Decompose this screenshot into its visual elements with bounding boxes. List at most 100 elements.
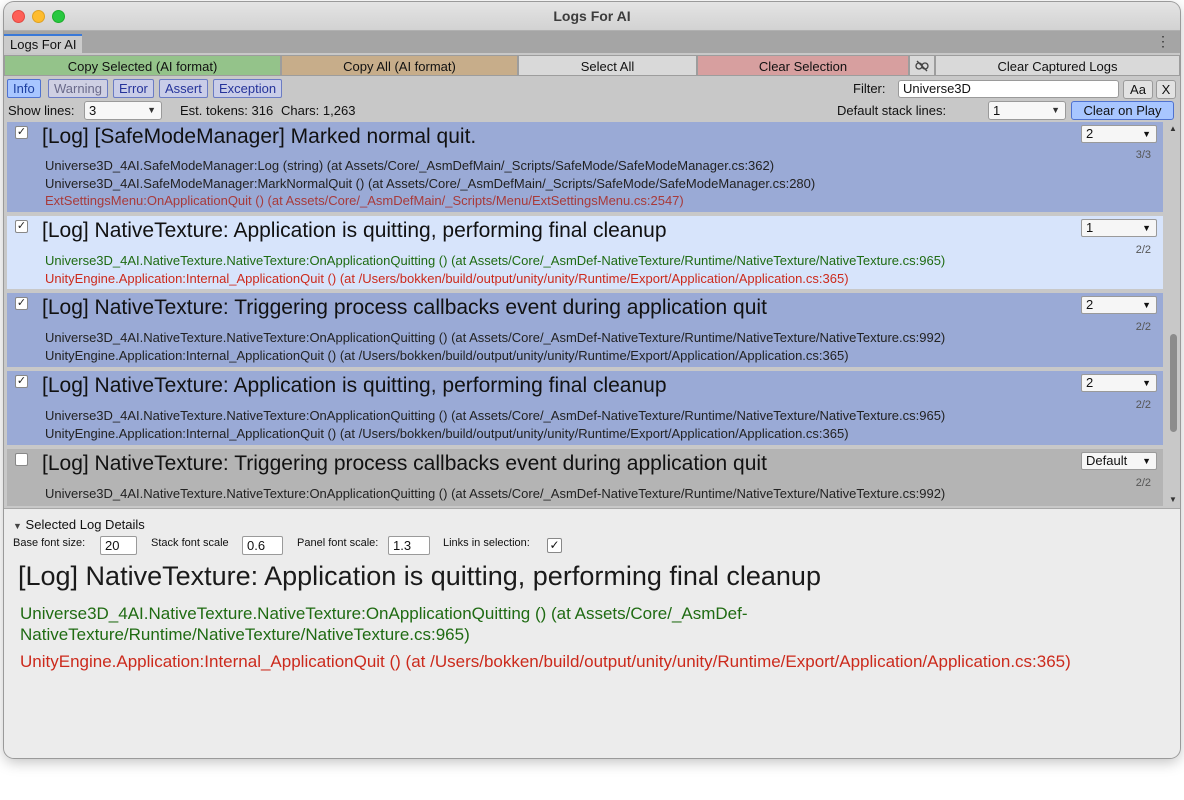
window-title: Logs For AI (553, 8, 631, 24)
log-entry[interactable]: ✓ [Log] NativeTexture: Application is qu… (7, 216, 1163, 289)
log-entry-title: [Log] NativeTexture: Application is quit… (42, 374, 667, 397)
clear-filter-button[interactable]: X (1156, 80, 1176, 99)
links-in-selection-checkbox[interactable]: ✓ (547, 538, 562, 553)
stack-font-scale-label: Stack font scale (151, 537, 229, 549)
details-header: Selected Log Details (25, 517, 145, 532)
stack-line: Universe3D_4AI.SafeModeManager:MarkNorma… (45, 176, 816, 191)
level-filter-row: Info Warning Error Assert Exception Filt… (4, 79, 1180, 99)
log-entry-title: [Log] [SafeModeManager] Marked normal qu… (42, 125, 477, 148)
unlink-button[interactable] (909, 55, 935, 76)
log-entry[interactable]: [Log] NativeTexture: Triggering process … (7, 449, 1163, 506)
base-font-size-input[interactable]: 20 (100, 536, 137, 555)
clear-captured-logs-button[interactable]: Clear Captured Logs (935, 55, 1180, 76)
level-toggle-warning[interactable]: Warning (48, 79, 108, 98)
foldout-triangle-icon: ▼ (13, 521, 22, 531)
log-entry-stack-lines-value: 1 (1086, 220, 1094, 235)
title-bar: Logs For AI (4, 2, 1180, 31)
filter-input[interactable]: Universe3D (898, 80, 1119, 98)
log-entry-title: [Log] NativeTexture: Triggering process … (42, 296, 767, 319)
stack-line: Universe3D_4AI.NativeTexture.NativeTextu… (45, 486, 946, 501)
log-list: ✓ [Log] [SafeModeManager] Marked normal … (4, 122, 1167, 506)
chevron-down-icon: ▼ (1142, 300, 1151, 310)
stack-font-scale-input[interactable]: 0.6 (242, 536, 283, 555)
log-entry-stack-lines-value: 2 (1086, 375, 1094, 390)
select-all-button[interactable]: Select All (518, 55, 697, 76)
log-entry-count: 2/2 (1135, 399, 1151, 411)
log-entry-stack-lines-value: 2 (1086, 297, 1094, 312)
stack-line: UnityEngine.Application:Internal_Applica… (45, 426, 849, 441)
panel-font-scale-label: Panel font scale: (297, 537, 379, 549)
chevron-down-icon: ▼ (147, 105, 156, 115)
chevron-down-icon: ▼ (1142, 223, 1151, 233)
scroll-down-icon[interactable]: ▼ (1169, 495, 1177, 504)
tab-bar: Logs For AI ⋮ (4, 31, 1180, 53)
details-log-title: [Log] NativeTexture: Application is quit… (18, 561, 821, 591)
stack-line: UnityEngine.Application:Internal_Applica… (45, 348, 849, 363)
char-count: Chars: 1,263 (281, 103, 356, 118)
level-toggle-info[interactable]: Info (7, 79, 41, 98)
log-entry[interactable]: ✓ [Log] NativeTexture: Triggering proces… (7, 293, 1163, 367)
level-toggle-error[interactable]: Error (113, 79, 154, 98)
chevron-down-icon: ▼ (1142, 378, 1151, 388)
stack-line: Universe3D_4AI.NativeTexture.NativeTextu… (45, 408, 946, 423)
copy-all-button[interactable]: Copy All (AI format) (281, 55, 518, 76)
stack-line: UnityEngine.Application:Internal_Applica… (45, 271, 849, 286)
default-stack-lines-dropdown[interactable]: 1 ▼ (988, 101, 1066, 120)
stack-line: Universe3D_4AI.NativeTexture.NativeTextu… (45, 330, 946, 345)
log-entry-stack-lines-dropdown[interactable]: 2 ▼ (1081, 125, 1157, 143)
action-toolbar: Copy Selected (AI format) Copy All (AI f… (4, 55, 1180, 76)
stack-line: ExtSettingsMenu:OnApplicationQuit () (at… (45, 193, 684, 208)
chevron-down-icon: ▼ (1142, 456, 1151, 466)
log-list-scrollbar[interactable]: ▲ ▼ (1167, 122, 1180, 506)
log-entry[interactable]: ✓ [Log] [SafeModeManager] Marked normal … (7, 122, 1163, 212)
log-entry-title: [Log] NativeTexture: Application is quit… (42, 219, 667, 242)
chevron-down-icon: ▼ (1142, 129, 1151, 139)
log-entry-stack-lines-dropdown[interactable]: 2 ▼ (1081, 296, 1157, 314)
log-entry-checkbox[interactable]: ✓ (15, 375, 28, 388)
log-entry-count: 2/2 (1135, 244, 1151, 256)
selected-log-details-panel: ▼ Selected Log Details Base font size: 2… (4, 508, 1180, 758)
kebab-menu-icon[interactable]: ⋮ (1156, 33, 1170, 50)
base-font-size-label: Base font size: (13, 537, 86, 549)
log-entry-checkbox[interactable]: ✓ (15, 220, 28, 233)
log-entry-count: 2/2 (1135, 321, 1151, 333)
tab-logs-for-ai[interactable]: Logs For AI (4, 34, 83, 53)
log-entry-stack-lines-dropdown[interactable]: 1 ▼ (1081, 219, 1157, 237)
stack-line: Universe3D_4AI.SafeModeManager:Log (stri… (45, 158, 775, 173)
unlink-icon (915, 60, 929, 72)
scroll-up-icon[interactable]: ▲ (1169, 124, 1177, 133)
log-entry-count: 2/2 (1135, 477, 1151, 489)
log-entry-checkbox[interactable]: ✓ (15, 126, 28, 139)
level-toggle-exception[interactable]: Exception (213, 79, 283, 98)
stack-line: Universe3D_4AI.NativeTexture.NativeTextu… (45, 253, 946, 268)
show-lines-value: 3 (89, 103, 97, 118)
default-stack-lines-value: 1 (993, 103, 1001, 118)
clear-selection-button[interactable]: Clear Selection (697, 55, 909, 76)
filter-label: Filter: (853, 81, 886, 96)
log-entry[interactable]: ✓ [Log] NativeTexture: Application is qu… (7, 371, 1163, 445)
app-window: Logs For AI Logs For AI ⋮ Copy Selected … (4, 2, 1180, 758)
log-entry-count: 3/3 (1135, 149, 1151, 161)
details-stack-line: UnityEngine.Application:Internal_Applica… (20, 652, 1071, 671)
show-lines-dropdown[interactable]: 3 ▼ (84, 101, 162, 120)
scrollbar-thumb[interactable] (1170, 334, 1177, 432)
case-sensitive-button[interactable]: Aa (1123, 80, 1153, 99)
details-stack-line: Universe3D_4AI.NativeTexture.NativeTextu… (20, 604, 748, 644)
details-foldout[interactable]: ▼ Selected Log Details (13, 517, 145, 532)
log-entry-checkbox[interactable]: ✓ (15, 297, 28, 310)
panel-font-scale-input[interactable]: 1.3 (388, 536, 430, 555)
log-entry-checkbox[interactable] (15, 453, 28, 466)
chevron-down-icon: ▼ (1051, 105, 1060, 115)
default-stack-lines-label: Default stack lines: (837, 103, 947, 118)
log-entry-stack-lines-value: Default (1086, 453, 1128, 468)
log-entry-stack-lines-dropdown[interactable]: Default ▼ (1081, 452, 1157, 470)
log-entry-title: [Log] NativeTexture: Triggering process … (42, 452, 767, 475)
token-estimate: Est. tokens: 316 (180, 103, 274, 118)
level-toggle-assert[interactable]: Assert (159, 79, 208, 98)
copy-selected-button[interactable]: Copy Selected (AI format) (4, 55, 281, 76)
log-entry-stack-lines-value: 2 (1086, 126, 1094, 141)
clear-on-play-toggle[interactable]: Clear on Play (1071, 101, 1174, 120)
show-lines-label: Show lines: (8, 103, 75, 118)
links-in-selection-label: Links in selection: (443, 537, 530, 549)
log-entry-stack-lines-dropdown[interactable]: 2 ▼ (1081, 374, 1157, 392)
